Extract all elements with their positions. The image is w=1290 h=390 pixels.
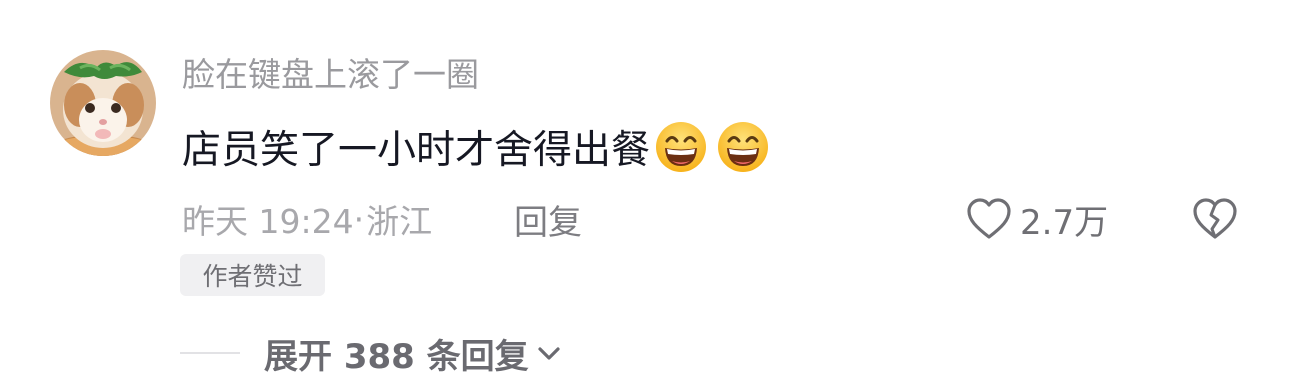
comment-item: 脸在键盘上滚了一圈 店员笑了一小时才舍得出餐 昨天 19:24 · 浙江 回复 … xyxy=(0,0,1290,390)
heart-outline-icon xyxy=(967,198,1011,239)
avatar[interactable] xyxy=(50,50,156,156)
avatar-image xyxy=(50,50,156,156)
author-liked-badge: 作者赞过 xyxy=(180,254,325,296)
comment-time: 昨天 19:24 xyxy=(182,202,354,241)
expand-replies-button[interactable]: 展开 388 条回复 xyxy=(264,330,561,377)
like-button[interactable]: 2.7万 xyxy=(966,193,1108,245)
grinning-face-emoji-icon xyxy=(718,122,769,172)
grinning-face-emoji-icon xyxy=(656,122,707,172)
broken-heart-icon xyxy=(1193,198,1237,239)
expand-divider xyxy=(180,352,240,354)
meta-separator: · xyxy=(353,199,365,239)
like-count: 2.7万 xyxy=(1020,202,1109,243)
username[interactable]: 脸在键盘上滚了一圈 xyxy=(182,53,479,97)
comment-meta: 昨天 19:24 · 浙江 xyxy=(182,196,432,242)
dislike-button[interactable] xyxy=(1190,193,1240,245)
comment-text: 店员笑了一小时才舍得出餐 xyxy=(182,128,651,173)
expand-replies-label: 展开 388 条回复 xyxy=(264,336,529,377)
comment-text-row: 店员笑了一小时才舍得出餐 xyxy=(182,119,770,175)
chevron-down-icon xyxy=(538,347,560,360)
reply-button[interactable]: 回复 xyxy=(514,196,582,243)
comment-location: 浙江 xyxy=(366,202,433,241)
